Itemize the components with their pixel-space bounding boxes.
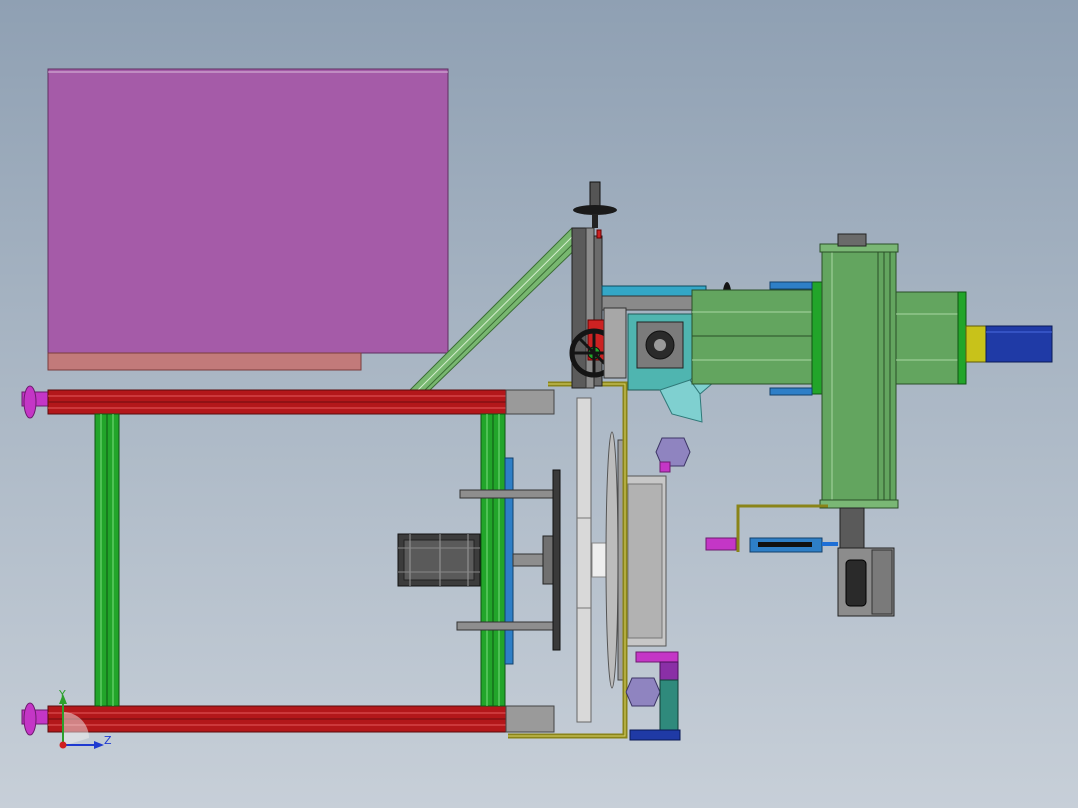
y-axis-label: Y: [58, 688, 66, 701]
tie-rod-lower[interactable]: [456, 621, 557, 631]
drive-motor[interactable]: [397, 533, 481, 587]
hopper-body[interactable]: [47, 68, 449, 354]
rail-end-bracket-top[interactable]: [505, 389, 555, 415]
top-t-handle[interactable]: [573, 181, 617, 228]
hopper-base[interactable]: [47, 352, 362, 371]
top-rail[interactable]: [47, 389, 507, 415]
cad-model-drawing[interactable]: Y Z: [0, 0, 1078, 808]
dust-port-box[interactable]: [837, 547, 895, 617]
left-post[interactable]: [94, 413, 120, 707]
face-plate[interactable]: [552, 469, 561, 651]
sensor-spring[interactable]: [705, 537, 737, 551]
tie-rod-upper[interactable]: [459, 489, 557, 499]
leveling-foot-bottom[interactable]: [21, 702, 49, 736]
top-cap[interactable]: [837, 233, 867, 247]
valve-lower-assembly[interactable]: [625, 651, 681, 741]
disc-hub[interactable]: [591, 542, 607, 578]
z-axis-label: Z: [104, 734, 112, 747]
finned-motor-housing[interactable]: [819, 233, 899, 549]
sensor-arm[interactable]: [705, 504, 838, 553]
gearbox[interactable]: [627, 313, 693, 391]
bottom-rail[interactable]: [47, 705, 507, 733]
rail-end-bracket-bottom[interactable]: [505, 705, 555, 733]
spindle-motor[interactable]: [985, 325, 1053, 363]
outer-disc[interactable]: [576, 397, 592, 723]
spindle-extension[interactable]: [895, 291, 987, 385]
valve-upper[interactable]: [655, 437, 691, 473]
right-post[interactable]: [480, 413, 506, 707]
blue-mount-plate[interactable]: [504, 457, 514, 665]
grinding-wheel[interactable]: [605, 431, 619, 689]
drive-assembly[interactable]: [397, 457, 561, 665]
motor-adapter[interactable]: [965, 325, 987, 363]
spindle-housing[interactable]: [691, 281, 823, 396]
hopper[interactable]: [47, 68, 449, 371]
clamp-tab-top[interactable]: [769, 281, 813, 290]
slide-top-rail[interactable]: [601, 285, 707, 297]
leveling-foot-top[interactable]: [21, 385, 49, 419]
clamp-tab-bottom[interactable]: [769, 387, 813, 396]
origin-point: [59, 741, 67, 749]
cad-viewport[interactable]: Y Z: [0, 0, 1078, 808]
lower-shaft[interactable]: [839, 507, 865, 549]
disc-stack[interactable]: [576, 397, 667, 723]
